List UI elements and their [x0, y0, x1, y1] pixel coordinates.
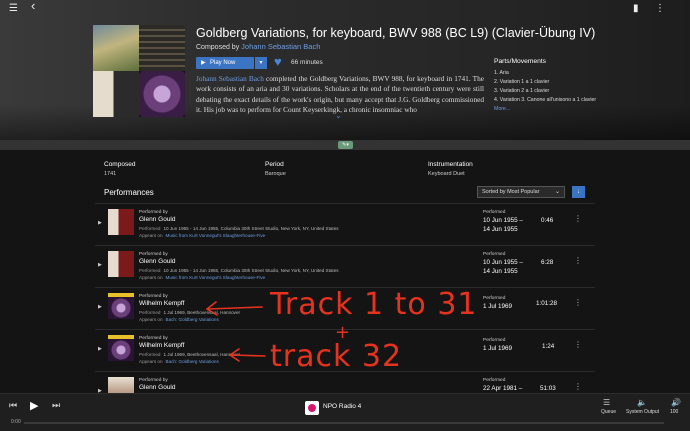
queue-label[interactable]: Queue	[601, 409, 616, 415]
queue-icon[interactable]: ☰	[603, 398, 610, 407]
elapsed-time: 0:00	[11, 419, 21, 425]
annotation-arrow-1	[207, 306, 263, 310]
output-icon[interactable]: 🔈	[637, 398, 647, 407]
play-icon[interactable]: ▶	[30, 399, 38, 412]
now-playing-station[interactable]: NPO Radio 4	[323, 403, 361, 410]
volume-icon[interactable]: 🔊	[671, 398, 681, 407]
station-logo	[305, 401, 319, 415]
annotation-track-range: Track 1 to 31	[270, 287, 478, 322]
previous-icon[interactable]: ⏮	[9, 400, 17, 411]
player-bar: ⏮ ▶ ⏭ NPO Radio 4 ☰ Queue 🔈 System Outpu…	[0, 393, 690, 431]
annotation-arrow-2	[230, 354, 266, 357]
output-label[interactable]: System Output	[626, 409, 659, 415]
annotation-track-32: track 32	[270, 339, 403, 374]
progress-bar[interactable]	[24, 422, 664, 424]
volume-level[interactable]: 100	[670, 409, 678, 415]
next-icon[interactable]: ⏭	[52, 400, 60, 411]
